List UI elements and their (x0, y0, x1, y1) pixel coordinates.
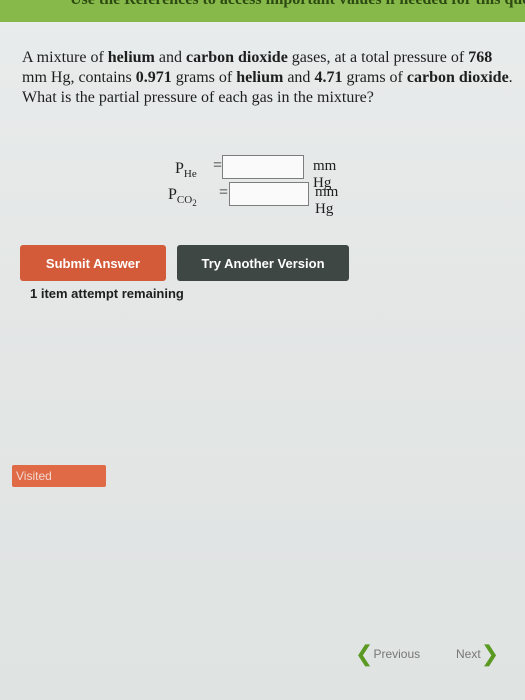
question-text: A mixture of helium and carbon dioxide g… (22, 48, 514, 108)
references-banner: Use the References to access important v… (0, 0, 525, 22)
question-bold-term: 768 (468, 49, 493, 66)
p-co2-label: PCO2 (168, 186, 197, 209)
p-he-label: PHe (175, 160, 197, 181)
question-bold-term: helium (236, 69, 284, 86)
question-bold-term: helium (107, 49, 155, 66)
question-bold-term: carbon dioxide (186, 49, 288, 66)
attempts-remaining-text: 1 item attempt remaining (30, 286, 184, 301)
question-bold-term: carbon dioxide (406, 69, 509, 86)
question-text-segment: mm Hg, contains (22, 69, 136, 86)
p-he-input[interactable] (222, 155, 304, 179)
chevron-right-icon: ❯ (480, 641, 500, 666)
visited-tag[interactable]: Visited (12, 465, 106, 487)
equals-sign: = (219, 184, 229, 201)
p-co2-input[interactable] (229, 182, 309, 206)
question-bold-term: 0.971 (135, 69, 172, 86)
submit-answer-button[interactable]: Submit Answer (20, 245, 166, 281)
previous-link[interactable]: ❮ Previous (355, 641, 421, 666)
next-label: Next (456, 647, 481, 661)
next-link[interactable]: Next ❯ (456, 641, 500, 666)
question-text-segment: grams of (342, 69, 407, 86)
question-bold-term: 4.71 (314, 69, 343, 86)
chevron-left-icon: ❮ (355, 641, 374, 666)
p-co2-unit: mm Hg (315, 184, 339, 217)
try-another-version-button[interactable]: Try Another Version (177, 245, 349, 281)
question-text-segment: gases, at a total pressure of (287, 49, 469, 66)
question-text-segment: grams of (171, 69, 237, 86)
question-text-segment: A mixture of (22, 49, 108, 66)
equals-sign: = (213, 157, 223, 174)
references-banner-text: Use the References to access important v… (70, 0, 525, 9)
question-text-segment: and (154, 49, 186, 66)
previous-label: Previous (373, 647, 421, 661)
question-text-segment: and (283, 69, 315, 86)
